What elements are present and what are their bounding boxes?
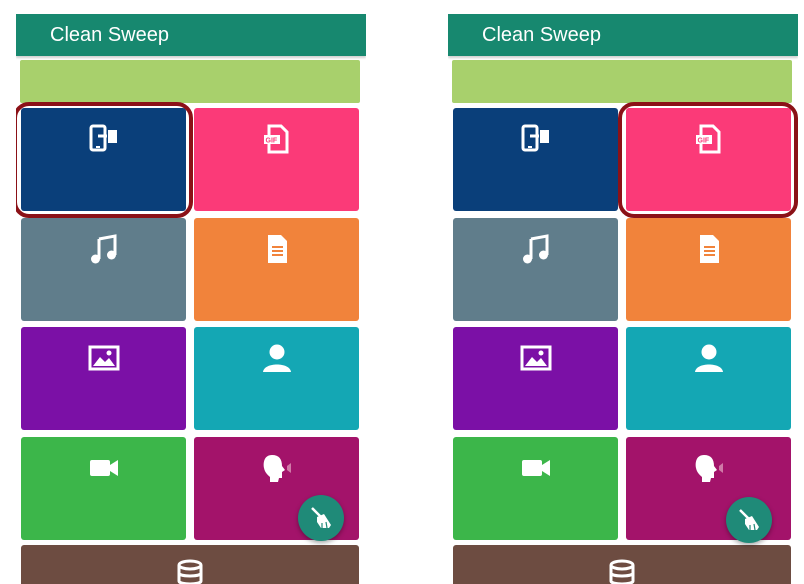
- left-screen: Clean Sweep GIF: [16, 0, 366, 584]
- person-icon: [260, 341, 294, 375]
- svg-text:GIF: GIF: [697, 138, 709, 145]
- broom-icon: [739, 509, 759, 531]
- document-icon: [692, 232, 726, 266]
- contacts-tile[interactable]: [194, 327, 359, 430]
- app-title: Clean Sweep: [50, 24, 169, 46]
- document-tile[interactable]: [194, 218, 359, 321]
- svg-text:GIF: GIF: [265, 138, 277, 145]
- image-icon: [519, 341, 553, 375]
- image-tile[interactable]: [21, 327, 186, 430]
- phone-transfer-tile[interactable]: [21, 108, 186, 211]
- gif-tile[interactable]: GIF: [626, 108, 791, 211]
- music-note-icon: [87, 232, 121, 266]
- storage-tile[interactable]: [453, 545, 791, 584]
- phone-transfer-tile[interactable]: [453, 108, 618, 211]
- video-tile[interactable]: [21, 437, 186, 540]
- document-icon: [260, 232, 294, 266]
- database-icon: [176, 559, 204, 584]
- database-icon: [608, 559, 636, 584]
- video-camera-icon: [519, 451, 553, 485]
- music-tile[interactable]: [453, 218, 618, 321]
- voice-speaking-icon: [260, 451, 294, 485]
- app-title: Clean Sweep: [482, 24, 601, 46]
- gif-tile[interactable]: GIF: [194, 108, 359, 211]
- sweep-fab-button[interactable]: [298, 495, 344, 541]
- video-camera-icon: [87, 451, 121, 485]
- image-tile[interactable]: [453, 327, 618, 430]
- broom-icon: [311, 507, 331, 529]
- voice-speaking-icon: [692, 451, 726, 485]
- banner-bar[interactable]: [20, 60, 360, 103]
- banner-bar[interactable]: [452, 60, 792, 103]
- right-screen: Clean Sweep GIF: [448, 0, 798, 584]
- document-tile[interactable]: [626, 218, 791, 321]
- image-icon: [87, 341, 121, 375]
- gif-file-icon: GIF: [692, 122, 726, 156]
- app-bar: Clean Sweep: [16, 14, 366, 56]
- sweep-fab-button[interactable]: [726, 497, 772, 543]
- app-bar: Clean Sweep: [448, 14, 798, 56]
- gif-file-icon: GIF: [260, 122, 294, 156]
- phone-transfer-icon: [519, 122, 553, 156]
- phone-transfer-icon: [87, 122, 121, 156]
- storage-tile[interactable]: [21, 545, 359, 584]
- music-note-icon: [519, 232, 553, 266]
- video-tile[interactable]: [453, 437, 618, 540]
- person-icon: [692, 341, 726, 375]
- music-tile[interactable]: [21, 218, 186, 321]
- contacts-tile[interactable]: [626, 327, 791, 430]
